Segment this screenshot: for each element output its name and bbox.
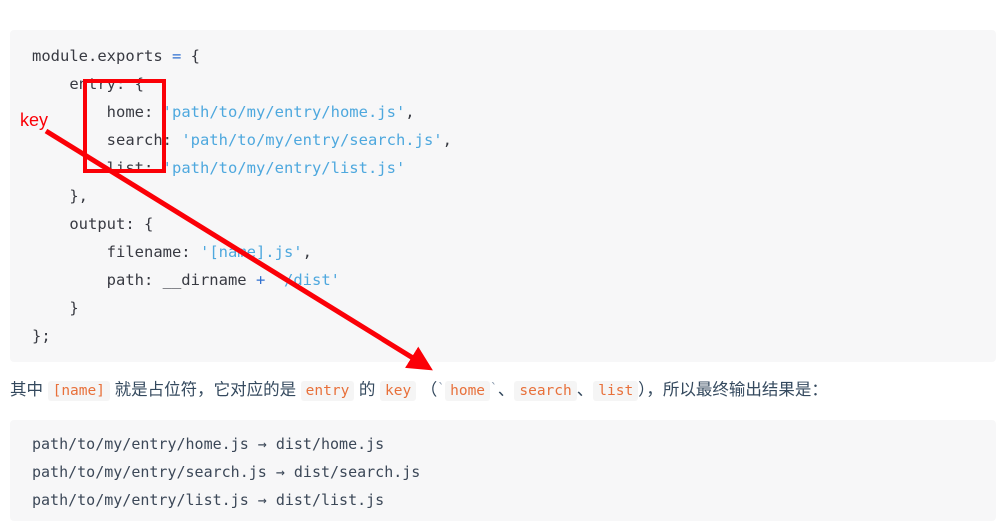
code-token: '[name].js': [199, 242, 303, 261]
code-token: {: [181, 46, 201, 65]
backtick-glyph: `: [490, 381, 498, 397]
paragraph-text: 就是占位符，它对应的是: [109, 380, 301, 399]
inline-code-key: key: [379, 380, 417, 401]
explanation-paragraph: 其中 [name] 就是占位符，它对应的是 entry 的 key （` home…: [10, 373, 996, 408]
output-result-code-block: path/to/my/entry/home.js → dist/home.js p…: [10, 420, 996, 521]
inline-code-home: home: [445, 380, 491, 401]
paragraph-text: ），所以最终输出结果是：: [638, 380, 828, 399]
code-token: 'path/to/my/entry/home.js': [162, 102, 406, 121]
code-token: 'path/to/my/entry/list.js': [162, 158, 406, 177]
code-token: output: {: [32, 214, 154, 233]
code-line: output: {: [10, 210, 996, 238]
code-line: list: 'path/to/my/entry/list.js': [10, 154, 996, 182]
inline-code-search: search: [514, 380, 577, 401]
inline-code-name: [name]: [47, 380, 110, 401]
inline-code-entry: entry: [300, 380, 355, 401]
code-token: list:: [32, 158, 163, 177]
code-token: ,: [302, 242, 312, 261]
output-line: path/to/my/entry/home.js → dist/home.js: [32, 435, 385, 453]
webpack-config-code-block: module.exports = { entry: { home: 'path/…: [10, 29, 996, 362]
code-token: },: [32, 186, 88, 205]
code-token: module.exports: [32, 46, 163, 65]
code-line: entry: {: [10, 70, 996, 98]
code-line: }: [10, 294, 996, 322]
code-token: home:: [32, 102, 163, 121]
code-line: home: 'path/to/my/entry/home.js',: [10, 98, 996, 126]
code-token: }: [32, 298, 79, 317]
code-token: =: [172, 46, 182, 65]
paragraph-text: 的: [354, 380, 380, 399]
code-token: search:: [32, 130, 182, 149]
paragraph-text: 其中: [10, 380, 48, 399]
code-token: entry: {: [32, 74, 144, 93]
code-token: ,: [405, 102, 415, 121]
paragraph-text: 、: [497, 380, 515, 399]
code-line: filename: '[name].js',: [10, 238, 996, 266]
code-token: path: __dirname: [32, 270, 256, 289]
code-line: };: [10, 322, 996, 350]
backtick-glyph: `: [437, 381, 446, 397]
code-line: path: __dirname + '/dist': [10, 266, 996, 294]
code-token: };: [32, 326, 51, 345]
code-line: },: [10, 182, 996, 210]
inline-code-list: list: [593, 380, 639, 401]
code-token: +: [255, 270, 266, 289]
output-line: path/to/my/entry/list.js → dist/list.js: [32, 491, 385, 509]
code-token: '/dist': [274, 270, 340, 289]
code-line: search: 'path/to/my/entry/search.js',: [10, 126, 996, 154]
paragraph-text: （: [416, 380, 438, 399]
code-token: filename:: [32, 242, 200, 261]
code-token: ,: [442, 130, 452, 149]
output-line: path/to/my/entry/search.js → dist/search…: [32, 463, 421, 481]
code-token: 'path/to/my/entry/search.js': [181, 130, 443, 149]
paragraph-text: 、: [576, 380, 594, 399]
code-line: module.exports = {: [10, 42, 996, 70]
